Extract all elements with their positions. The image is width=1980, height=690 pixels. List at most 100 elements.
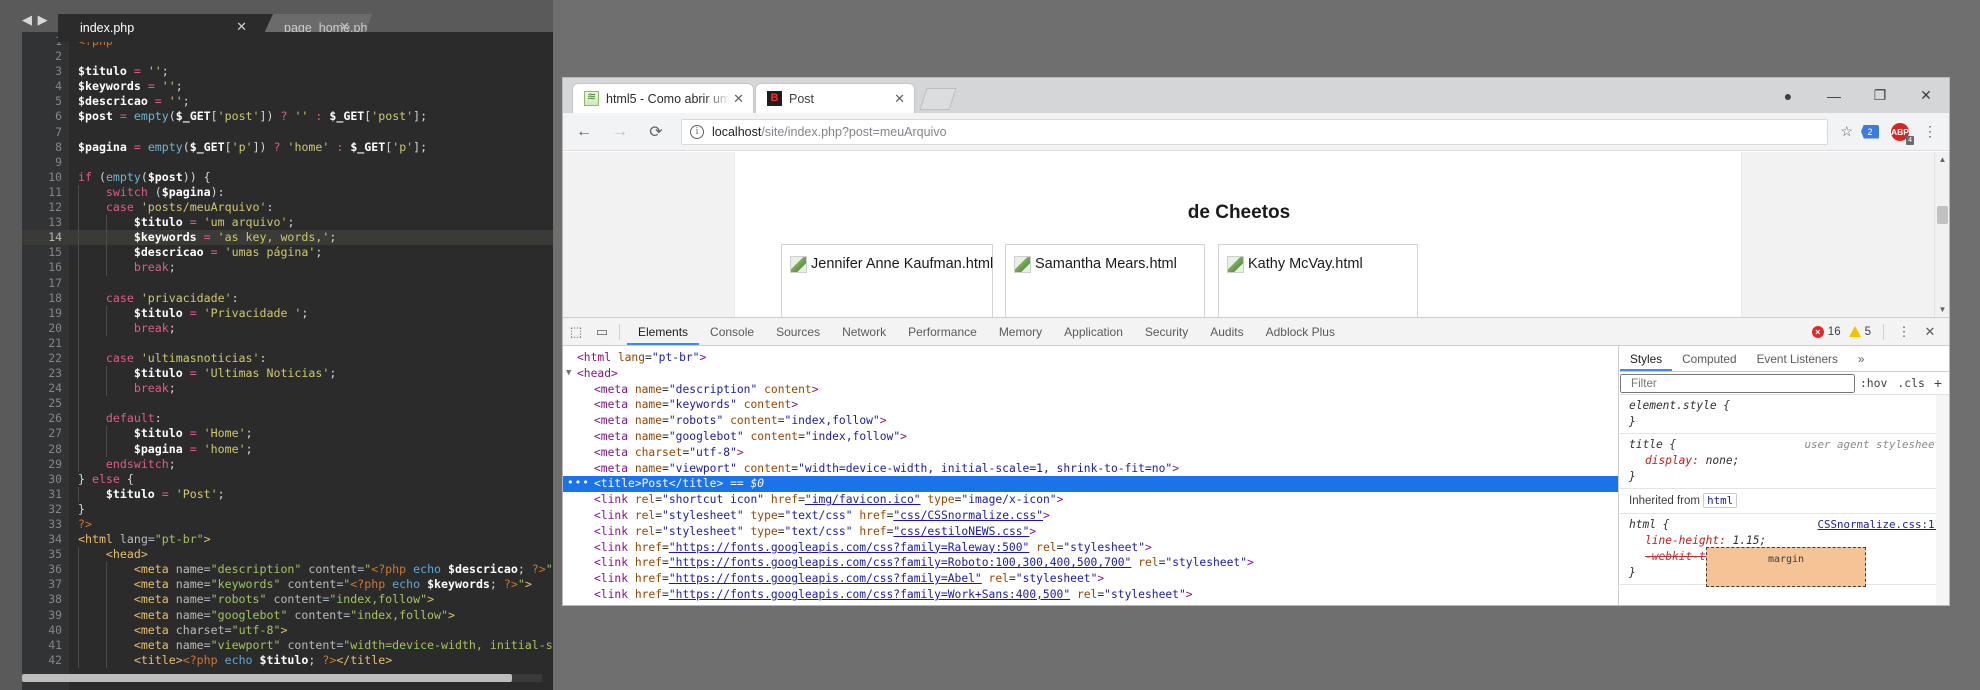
code-line[interactable]: 11 switch ($pagina): <box>22 184 553 201</box>
styles-scrollbar[interactable] <box>1936 395 1949 605</box>
tab-adblock-plus[interactable]: Adblock Plus <box>1255 318 1346 345</box>
forward-button[interactable]: → <box>605 117 635 147</box>
dom-node[interactable]: <meta name="viewport" content="width=dev… <box>563 461 1618 477</box>
dom-node[interactable]: <meta name="description" content> <box>563 382 1618 398</box>
code-line[interactable]: 25 <box>22 396 553 412</box>
dom-node[interactable]: <meta charset="utf-8"> <box>563 445 1618 461</box>
article-card[interactable]: Samantha Mears.html <box>1005 244 1205 317</box>
scroll-up-arrow-icon[interactable]: ▲ <box>1938 155 1947 164</box>
close-icon[interactable]: ✕ <box>733 91 744 107</box>
code-line[interactable]: 39 <meta name="googlebot" content="index… <box>22 607 553 623</box>
editor-source-code[interactable]: 1<?php23$titulo = '';4$keywords = '';5$d… <box>22 34 553 684</box>
restore-button[interactable]: ❐ <box>1857 78 1903 113</box>
error-count-badge[interactable]: × 16 <box>1811 325 1841 338</box>
dom-node[interactable]: <meta name="googlebot" content="index,fo… <box>563 429 1618 445</box>
code-line[interactable]: 34 <html lang="pt-br"> <box>22 532 553 547</box>
dom-node[interactable]: ▼ <head> <box>563 366 1618 382</box>
code-line[interactable]: 5 $descricao = ''; <box>22 94 553 109</box>
code-line[interactable]: 16 break; <box>22 260 553 276</box>
dom-node-selected[interactable]: ••• <title>Post</title> == $0 <box>563 475 1618 493</box>
dom-node[interactable]: <html lang="pt-br"> <box>563 350 1618 366</box>
tab-network[interactable]: Network <box>831 318 897 345</box>
code-line[interactable]: 42 <title><?php echo $titulo; ?></title> <box>22 652 553 668</box>
style-rule-element-style[interactable]: element.style { } <box>1620 395 1949 434</box>
rule-source-link[interactable]: CSSnormalize.css:11 <box>1817 517 1941 533</box>
elements-dom-tree[interactable]: <html lang="pt-br"> ▼ <head> <meta name="de… <box>563 346 1619 605</box>
tab-application[interactable]: Application <box>1053 318 1134 345</box>
dom-node[interactable]: <link href="https://fonts.googleapis.com… <box>563 540 1618 556</box>
dom-node[interactable]: <link href="https://fonts.googleapis.com… <box>563 587 1618 603</box>
code-line[interactable]: 28 $pagina = 'home'; <box>22 441 553 457</box>
adblock-plus-icon[interactable]: ABP 4 <box>1887 119 1914 145</box>
code-line[interactable]: 24 break; <box>22 381 553 397</box>
dom-node[interactable]: <link rel="shortcut icon" href="img/favi… <box>563 492 1618 508</box>
inspect-element-icon[interactable]: ⬚ <box>563 319 589 345</box>
styles-filter-input[interactable] <box>1620 373 1855 393</box>
code-line[interactable]: 20 break; <box>22 320 553 336</box>
code-line[interactable]: 7 <box>22 125 553 140</box>
editor-tab-nav-arrows[interactable]: ◀ ▶ <box>22 13 49 26</box>
code-line[interactable]: 32} <box>22 502 553 517</box>
devtools-more-icon[interactable]: ⋮ <box>1891 319 1917 345</box>
dom-node[interactable]: <link rel="stylesheet" type="text/css" h… <box>563 524 1618 540</box>
code-line[interactable]: 17 <box>22 275 553 291</box>
close-button[interactable]: ✕ <box>1903 78 1949 113</box>
close-icon[interactable]: ✕ <box>894 91 905 107</box>
code-line[interactable]: 36 <meta name="description" content="<?p… <box>22 562 553 578</box>
styles-rule-list[interactable]: element.style { } user agent stylesheet … <box>1620 395 1949 605</box>
tab-computed[interactable]: Computed <box>1672 346 1746 371</box>
dom-tree-lines[interactable]: <html lang="pt-br"> ▼ <head> <meta name="de… <box>563 350 1618 603</box>
new-tab-button[interactable] <box>919 88 957 110</box>
toggle-device-toolbar-icon[interactable]: ▭ <box>589 319 615 345</box>
scroll-down-arrow-icon[interactable]: ▼ <box>1938 305 1947 314</box>
profile-avatar-icon[interactable]: ● <box>1765 78 1811 113</box>
code-line[interactable]: 15 $descricao = 'umas página'; <box>22 245 553 261</box>
browser-tab-html5[interactable]: html5 - Como abrir um a ✕ <box>572 83 754 113</box>
article-card[interactable]: Kathy McVay.html <box>1218 244 1418 317</box>
code-line[interactable]: 10 if (empty($post)) { <box>22 170 553 185</box>
code-line[interactable]: 22 case 'ultimasnoticias': <box>22 350 553 367</box>
reload-button[interactable]: ⟳ <box>641 117 671 147</box>
dom-node[interactable]: <link href="https://fonts.googleapis.com… <box>563 555 1618 571</box>
rule-declaration[interactable]: display: none; <box>1629 453 1949 469</box>
code-line[interactable]: 19 $titulo = 'Privacidade '; <box>22 305 553 321</box>
tab-console[interactable]: Console <box>699 318 765 345</box>
code-line[interactable]: 27 $titulo = 'Home'; <box>22 426 553 442</box>
dom-node[interactable]: <meta name="keywords" content> <box>563 397 1618 413</box>
code-line[interactable]: 37 <meta name="keywords" content="<?php … <box>22 577 553 593</box>
back-button[interactable]: ← <box>569 117 599 147</box>
dom-node[interactable]: <link href="https://fonts.googleapis.com… <box>563 571 1618 587</box>
tab-event-listeners[interactable]: Event Listeners <box>1747 346 1848 371</box>
minimize-button[interactable]: — <box>1811 78 1857 113</box>
editor-tab-index-php[interactable]: index.php ✕ <box>58 14 273 42</box>
scrollbar-thumb[interactable] <box>1937 206 1948 224</box>
devtools-close-icon[interactable]: ✕ <box>1917 319 1943 345</box>
tab-audits[interactable]: Audits <box>1199 318 1254 345</box>
chrome-menu-icon[interactable]: ⋮ <box>1917 119 1943 145</box>
tab-sources[interactable]: Sources <box>765 318 831 345</box>
dom-node[interactable]: <meta name="robots" content="index,follo… <box>563 413 1618 429</box>
code-line[interactable]: 18 case 'privacidade': <box>22 290 553 306</box>
dom-node[interactable]: <link rel="stylesheet" type="text/css" h… <box>563 508 1618 524</box>
code-line[interactable]: 33 ?> <box>22 517 553 532</box>
browser-tab-post[interactable]: B Post ✕ <box>755 83 915 113</box>
code-line[interactable]: 38 <meta name="robots" content="index,fo… <box>22 592 553 608</box>
warning-count-badge[interactable]: 5 <box>1848 326 1871 338</box>
node-menu-icon[interactable]: ••• <box>567 475 590 491</box>
page-vertical-scrollbar[interactable]: ▲ ▼ <box>1934 152 1949 317</box>
close-icon[interactable]: ✕ <box>236 20 247 34</box>
article-card[interactable]: Jennifer Anne Kaufman.html <box>781 244 993 317</box>
code-line[interactable]: 8 $pagina = empty($_GET['p']) ? 'home' : … <box>22 140 553 155</box>
more-sidebar-tabs-icon[interactable]: » <box>1848 346 1875 371</box>
code-line[interactable]: 41 <meta name="viewport" content="width=… <box>22 637 553 653</box>
scrollbar-thumb[interactable] <box>22 674 512 682</box>
box-model-diagram[interactable]: margin <box>1706 547 1866 587</box>
code-line[interactable]: 40 <meta charset="utf-8"> <box>22 622 553 638</box>
code-line[interactable]: 29 endswitch; <box>22 456 553 472</box>
style-rule-title[interactable]: user agent stylesheet title { display: n… <box>1620 434 1949 489</box>
code-line[interactable]: 30} else { <box>22 472 553 487</box>
code-line[interactable]: 23 $titulo = 'Ultimas Noticias'; <box>22 366 553 382</box>
inherited-source[interactable]: html <box>1703 493 1738 508</box>
code-line[interactable]: 13 $titulo = 'um arquivo'; <box>22 215 553 231</box>
extension-blue-icon[interactable]: 2 <box>1857 119 1883 145</box>
